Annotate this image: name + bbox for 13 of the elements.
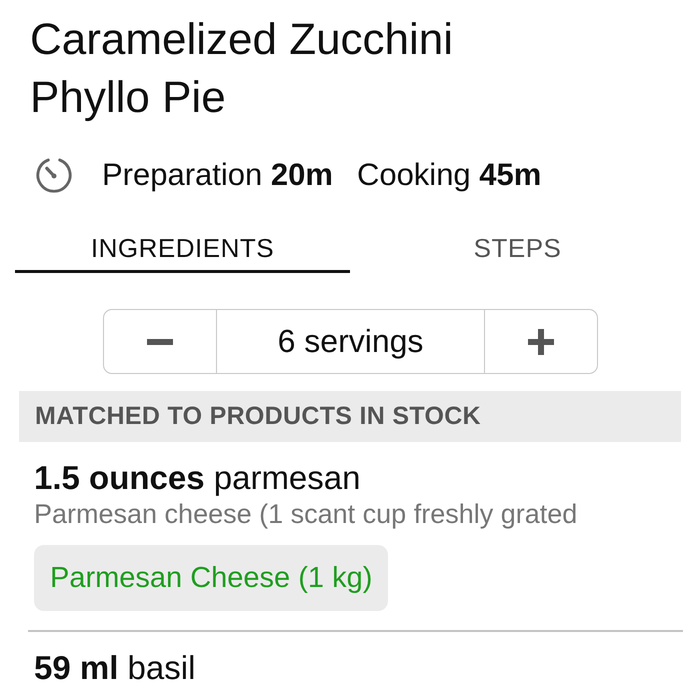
cooking-time: Cooking 45m [356, 157, 542, 193]
recipe-title: Caramelized Zucchini Phyllo Pie [30, 14, 454, 124]
minus-icon [147, 338, 173, 344]
tab[interactable]: INGREDIENTS [15, 222, 350, 273]
plus-icon [528, 328, 554, 354]
preparation-time: Preparation 20m [102, 157, 333, 193]
section-header: MATCHED TO PRODUCTS IN STOCK [19, 391, 681, 442]
tab[interactable]: STEPS [350, 222, 685, 273]
stopwatch-icon [35, 156, 73, 194]
servings-count: 6 servings [216, 310, 485, 373]
ingredient-name: 59 ml basil [34, 650, 196, 686]
ingredient-name: 1.5 ounces parmesan [34, 460, 360, 496]
ingredient-note: Parmesan cheese (1 scant cup freshly grated [34, 499, 578, 529]
